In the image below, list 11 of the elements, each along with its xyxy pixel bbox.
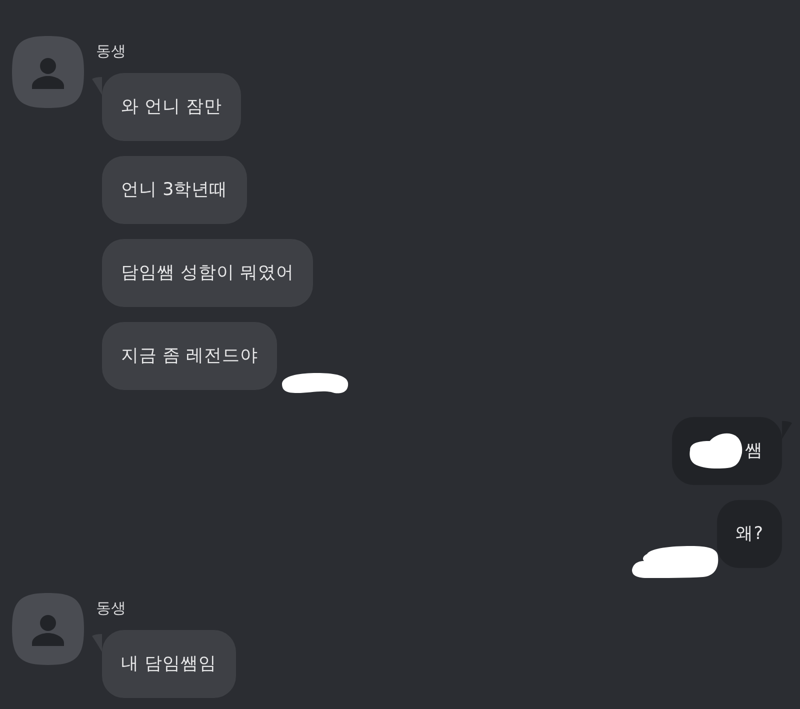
message-text: 왜? (736, 523, 763, 546)
message-text: 담임쌤 성함이 뭐였어 (121, 262, 294, 285)
avatar-icon (12, 36, 84, 108)
sender-name: 동생 (96, 598, 126, 619)
avatar-icon (12, 593, 84, 665)
sender-name: 동생 (96, 41, 126, 62)
message-text: 지금 좀 레전드야 (121, 345, 258, 368)
message-text: 내 담임쌤임 (121, 653, 217, 676)
message-text: 쌤 (745, 440, 763, 463)
message-text: 언니 3학년때 (121, 179, 228, 202)
message-text: 와 언니 잠만 (121, 96, 222, 119)
